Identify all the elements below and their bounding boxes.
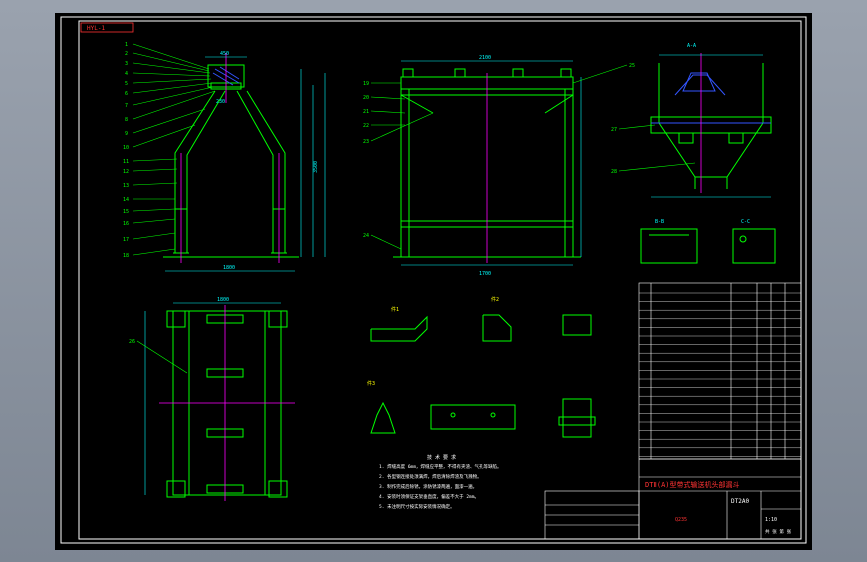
- side-view-dims: [401, 60, 582, 266]
- plan-leader: [136, 340, 188, 374]
- balloon-22: 22: [363, 123, 369, 129]
- material-label: Q235: [675, 517, 687, 523]
- balloon-11: 11: [123, 159, 129, 165]
- plan-dims: [144, 302, 281, 495]
- front-bottom-dim: 1800: [223, 265, 235, 271]
- inner-border: [78, 20, 802, 540]
- balloon-9: 9: [125, 131, 128, 137]
- detail-2-label: 件2: [491, 296, 499, 303]
- balloon-12: 12: [123, 169, 129, 175]
- side-top-dim: 2100: [479, 55, 491, 61]
- balloon-2: 2: [125, 51, 128, 57]
- detail-views-upper: [640, 228, 776, 264]
- scale-label: 1:10: [765, 517, 777, 523]
- side-bottom-dim: 1700: [479, 271, 491, 277]
- title-block-title: DTⅡ(A)型带式输送机头部漏斗: [645, 480, 740, 489]
- parts-list: [638, 282, 802, 460]
- section-a-label: A-A: [687, 43, 696, 49]
- balloon-13: 13: [123, 183, 129, 189]
- plan-centerlines: [159, 305, 295, 501]
- balloon-8: 8: [125, 117, 128, 123]
- front-leaders: [132, 43, 216, 256]
- balloon-14: 14: [123, 197, 129, 203]
- drawing-sheet: HYL-1 450 230 1800 3500 1 2 3 4 5 6 7 8 …: [55, 13, 812, 550]
- section-leaders: [618, 124, 696, 172]
- detail-3-label: 件3: [367, 380, 375, 387]
- balloon-26: 26: [129, 339, 135, 345]
- balloon-15: 15: [123, 209, 129, 215]
- note-line-2: 2. 各型钢连接处须满焊，焊后清除焊渣及飞溅物。: [379, 473, 482, 480]
- balloon-25: 25: [629, 63, 635, 69]
- cad-drawing: HYL-1 450 230 1800 3500 1 2 3 4 5 6 7 8 …: [60, 16, 807, 544]
- section-c-label: C-C: [741, 219, 750, 225]
- plan-width-dim: 1800: [217, 297, 229, 303]
- balloon-27: 27: [611, 127, 617, 133]
- notes-lines: 1. 焊缝高度 6mm，焊缝应平整，不得有夹渣、气孔等缺陷。 2. 各型钢连接处…: [379, 463, 501, 510]
- front-view-dims: [165, 56, 326, 272]
- front-mid-dim: 230: [216, 99, 225, 105]
- balloon-4: 4: [125, 71, 128, 77]
- balloon-21: 21: [363, 109, 369, 115]
- balloon-17: 17: [123, 237, 129, 243]
- note-line-3: 3. 制作完成后除锈，涂防锈漆两遍，面漆一遍。: [379, 483, 477, 490]
- balloon-23: 23: [363, 139, 369, 145]
- section-dims: [651, 54, 771, 198]
- front-balloon-numbers: 1 2 3 4 5 6 7 8 9 10 11 12 13 14 15 16 1…: [123, 42, 129, 259]
- balloon-6: 6: [125, 91, 128, 97]
- front-height-dim: 3500: [313, 161, 319, 173]
- sheet-label: 共 张 第 张: [765, 528, 792, 535]
- note-line-4: 4. 安装时须保证支架垂直度，偏差不大于 2mm。: [379, 493, 479, 500]
- balloon-10: 10: [123, 145, 129, 151]
- balloon-16: 16: [123, 221, 129, 227]
- title-block: [544, 458, 802, 540]
- front-top-dim: 450: [220, 51, 229, 57]
- cad-viewport: HYL-1 450 230 1800 3500 1 2 3 4 5 6 7 8 …: [0, 0, 867, 562]
- corner-tag: HYL-1: [87, 25, 105, 32]
- section-blue-fill: [651, 72, 771, 124]
- detail-1-label: 件1: [391, 306, 399, 313]
- part-details: [370, 314, 596, 438]
- section-b-label: B-B: [655, 219, 664, 225]
- balloon-18: 18: [123, 253, 129, 259]
- front-view-centerlines: [180, 53, 280, 263]
- balloon-28: 28: [611, 169, 617, 175]
- balloon-19: 19: [363, 81, 369, 87]
- balloon-1: 1: [125, 42, 128, 48]
- balloon-5: 5: [125, 81, 128, 87]
- balloon-7: 7: [125, 103, 128, 109]
- balloon-24: 24: [363, 233, 369, 239]
- notes-heading: 技 术 要 求: [427, 454, 456, 461]
- note-line-5: 5. 未注明尺寸按实际安装情况确定。: [379, 503, 455, 510]
- balloon-3: 3: [125, 61, 128, 67]
- balloon-20: 20: [363, 95, 369, 101]
- plan-view: [166, 310, 288, 498]
- parts-list-rows: [639, 292, 801, 457]
- note-line-1: 1. 焊缝高度 6mm，焊缝应平整，不得有夹渣、气孔等缺陷。: [379, 463, 501, 470]
- drawing-number: DT2A0: [731, 498, 749, 505]
